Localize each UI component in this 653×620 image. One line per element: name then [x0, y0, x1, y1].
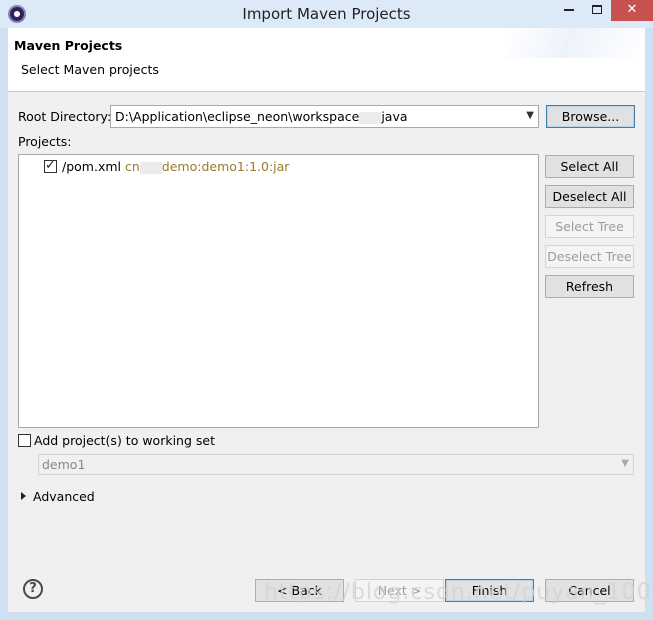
redacted-text: [359, 111, 382, 124]
root-directory-combo[interactable]: D:\Application\eclipse_neon\workspace jav…: [110, 105, 539, 128]
minimize-button[interactable]: [555, 0, 583, 21]
deselect-tree-button[interactable]: Deselect Tree: [545, 245, 634, 268]
advanced-section-toggle[interactable]: Advanced: [33, 489, 95, 504]
root-directory-value-prefix: D:\Application\eclipse_neon\workspace: [115, 109, 360, 124]
project-artifact: cn demo:demo1:1.0:jar: [125, 159, 289, 174]
chevron-down-icon: ▼: [621, 458, 629, 469]
wizard-page-title: Maven Projects: [14, 38, 123, 53]
working-set-value: demo1: [42, 457, 86, 472]
project-path: /pom.xml: [62, 159, 121, 174]
working-set-label: Add project(s) to working set: [34, 433, 215, 448]
maximize-button[interactable]: [583, 0, 611, 21]
working-set-checkbox[interactable]: [18, 434, 31, 447]
back-button[interactable]: < Back: [255, 579, 344, 602]
working-set-combo[interactable]: demo1 ▼: [38, 454, 634, 475]
projects-label: Projects:: [18, 134, 72, 149]
select-all-button[interactable]: Select All: [545, 155, 634, 178]
close-icon: ✕: [626, 2, 638, 17]
project-checkbox[interactable]: [44, 158, 57, 173]
import-dialog: Maven Projects Select Maven projects Roo…: [8, 28, 645, 612]
artifact-suffix: demo:demo1:1.0:jar: [161, 159, 290, 174]
projects-tree[interactable]: /pom.xml cn demo:demo1:1.0:jar: [18, 154, 539, 428]
minimize-icon: [564, 8, 574, 11]
select-tree-button[interactable]: Select Tree: [545, 215, 634, 238]
header-banner-graphic: [505, 28, 645, 58]
chevron-down-icon: ▼: [526, 110, 534, 121]
wizard-header: Maven Projects Select Maven projects: [8, 28, 645, 92]
wizard-page-description: Select Maven projects: [21, 62, 159, 77]
project-row[interactable]: /pom.xml cn demo:demo1:1.0:jar: [19, 155, 538, 177]
deselect-all-button[interactable]: Deselect All: [545, 185, 634, 208]
root-directory-label: Root Directory:: [18, 109, 112, 124]
help-icon[interactable]: ?: [23, 579, 43, 599]
artifact-prefix: cn: [125, 159, 140, 174]
refresh-button[interactable]: Refresh: [545, 275, 634, 298]
close-button[interactable]: ✕: [611, 0, 653, 21]
browse-button[interactable]: Browse...: [546, 105, 635, 128]
next-button[interactable]: Next >: [355, 579, 444, 602]
maximize-icon: [592, 5, 602, 14]
redacted-text: [139, 161, 162, 174]
cancel-button[interactable]: Cancel: [545, 579, 634, 602]
expand-arrow-icon[interactable]: [21, 492, 26, 500]
finish-button[interactable]: Finish: [445, 579, 534, 602]
title-bar: Import Maven Projects ✕: [0, 0, 653, 28]
root-directory-value-suffix: java: [381, 109, 408, 124]
